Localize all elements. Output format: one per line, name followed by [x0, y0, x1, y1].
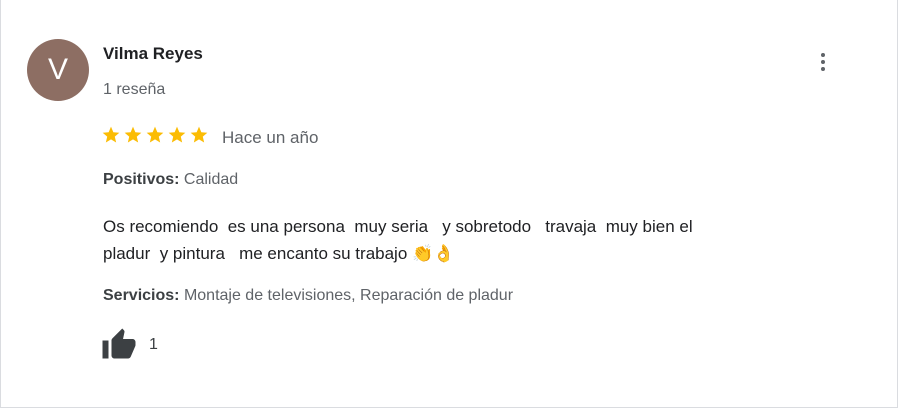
services-value: Montaje de televisiones, Reparación de p…: [183, 287, 514, 304]
review-text: Os recomiendo es una persona muy seria y…: [103, 213, 853, 268]
review-text-line-2: pladur y pintura me encanto su trabajo: [103, 244, 413, 263]
star-icon: [168, 126, 186, 143]
more-vert-icon-dot: [821, 67, 825, 71]
avatar[interactable]: V: [27, 39, 89, 101]
review-time: Hace un año: [222, 128, 319, 147]
positives: Positivos: Calidad: [103, 171, 238, 189]
avatar-letter: V: [47, 53, 68, 86]
star-rating: [101, 125, 209, 145]
review-count[interactable]: 1 reseña: [103, 81, 165, 99]
review-text-line-1: Os recomiendo es una persona muy seria y…: [103, 217, 693, 236]
like-control[interactable]: 1: [101, 327, 158, 363]
emoji-clap-ok-icon: 👏👌: [412, 244, 455, 264]
more-vert-icon-dot: [821, 53, 825, 57]
like-count: 1: [149, 336, 158, 353]
review-card: V Vilma Reyes 1 reseña Hace un año Posit…: [0, 0, 898, 408]
positives-label: Positivos:: [103, 171, 180, 188]
more-options-button[interactable]: [814, 53, 832, 77]
star-icon: [146, 126, 164, 143]
author-name[interactable]: Vilma Reyes: [103, 44, 203, 64]
services-label: Servicios:: [103, 287, 180, 304]
star-icon: [102, 126, 120, 143]
star-icon: [124, 126, 142, 143]
star-icon: [190, 126, 208, 143]
services: Servicios: Montaje de televisiones, Repa…: [103, 287, 513, 305]
positives-value: Calidad: [183, 171, 239, 188]
more-vert-icon-dot: [821, 60, 825, 64]
thumbs-up-icon[interactable]: [101, 327, 137, 363]
